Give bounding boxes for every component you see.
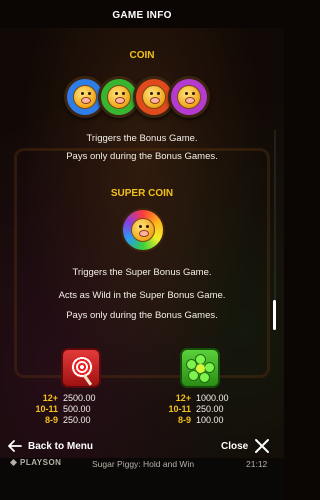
back-to-menu-label: Back to Menu	[28, 440, 94, 452]
close-icon	[254, 438, 270, 454]
pay-count: 10-11	[35, 404, 58, 414]
pay-value: 500.00	[63, 404, 91, 414]
coin-purple-icon	[168, 76, 210, 118]
game-info-overlay: GAME INFO COIN Triggers the Bonus Game. …	[0, 0, 284, 500]
pay-value: 2500.00	[63, 393, 96, 403]
pay-value: 250.00	[63, 415, 91, 425]
scrollbar-thumb[interactable]	[273, 300, 276, 330]
paytable-row: 8-9 250.00	[30, 415, 96, 426]
playson-logo-icon	[10, 459, 17, 466]
paytable-row: 10-11 500.00	[30, 404, 96, 415]
close-label: Close	[221, 440, 249, 452]
game-name: Sugar Piggy: Hold and Win	[92, 459, 195, 469]
coin-description-line: Pays only during the Bonus Games.	[66, 151, 218, 162]
paytable-row: 8-9 100.00	[163, 415, 229, 426]
lollipop-paytable: 12+ 2500.00 10-11 500.00 8-9 250.00	[30, 393, 96, 426]
pay-count: 8-9	[44, 415, 58, 425]
pay-count: 10-11	[168, 404, 191, 414]
clock: 21:12	[246, 459, 268, 469]
super-coin-description-line: Pays only during the Bonus Games.	[66, 310, 218, 321]
pay-count: 8-9	[177, 415, 191, 425]
paytable-row: 10-11 250.00	[163, 404, 229, 415]
flower-paytable: 12+ 1000.00 10-11 250.00 8-9 100.00	[163, 393, 229, 426]
paytable-row: 12+ 1000.00	[163, 393, 229, 404]
status-bar: PLAYSON Sugar Piggy: Hold and Win 21:12	[0, 458, 284, 500]
paytable-row: 12+ 2500.00	[30, 393, 96, 404]
coin-description-line: Triggers the Bonus Game.	[86, 133, 198, 144]
close-button[interactable]: Close	[221, 436, 270, 456]
page-title: GAME INFO	[112, 10, 172, 21]
pay-value: 250.00	[196, 404, 224, 414]
brand-logo: PLAYSON	[10, 458, 61, 467]
brand-name: PLAYSON	[20, 458, 62, 467]
back-to-menu-button[interactable]: Back to Menu	[8, 437, 93, 455]
super-coin-description-line: Triggers the Super Bonus Game.	[72, 267, 212, 278]
pay-value: 100.00	[196, 415, 224, 425]
pay-value: 1000.00	[196, 393, 229, 403]
super-coin-description-line: Acts as Wild in the Super Bonus Game.	[58, 290, 226, 301]
super-coin-icon	[121, 208, 165, 252]
coin-section-title: COIN	[129, 50, 155, 61]
pay-count: 12+	[175, 393, 191, 403]
lollipop-symbol-icon	[61, 348, 101, 388]
flower-symbol-icon	[180, 348, 220, 388]
super-coin-section-title: SUPER COIN	[110, 188, 174, 199]
arrow-left-icon	[8, 440, 22, 452]
pay-count: 12+	[42, 393, 58, 403]
